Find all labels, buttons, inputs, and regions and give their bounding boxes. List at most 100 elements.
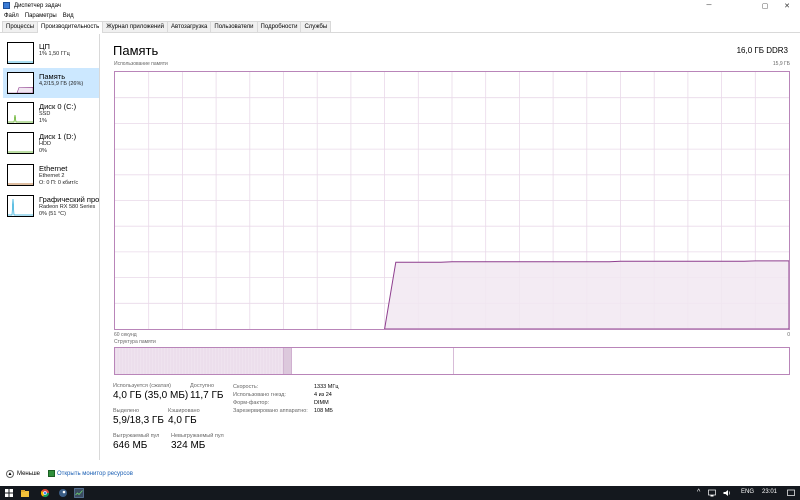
memory-composition-chart (114, 348, 789, 374)
menu-options[interactable]: Параметры (25, 13, 57, 19)
stat-paged-value: 646 МБ (113, 440, 148, 451)
gpu-mini-line (8, 198, 33, 216)
stat-nonpaged-pool: Невыгружаемый пул 324 МБ (171, 433, 224, 452)
tab-details[interactable]: Подробности (256, 21, 302, 32)
spec-value: 108 МБ (314, 408, 333, 414)
time-axis-end: 0 (787, 332, 790, 338)
tab-strip: Процессы Производительность Журнал прило… (0, 21, 800, 33)
spec-value: 4 из 24 (314, 392, 332, 398)
ethernet-mini-line (8, 183, 33, 185)
ethernet-mini-graph (7, 164, 34, 186)
tab-startup[interactable]: Автозагрузка (166, 21, 212, 32)
sidebar-item-sub: HDD (39, 141, 51, 147)
disk0-mini-line (8, 114, 33, 123)
composition-label: Структура памяти (114, 339, 156, 345)
sidebar-item-disk0[interactable]: Диск 0 (C:) SSD 1% (3, 98, 99, 128)
spec-key: Форм-фактор: (233, 400, 270, 406)
performance-sidebar: ЦП 1% 1,50 ГГц Память 4,2/15,9 ГБ (26%) … (0, 34, 100, 460)
language-indicator[interactable]: ENG (741, 489, 754, 495)
steam-icon[interactable] (58, 488, 68, 498)
stat-in-use-value: 4,0 ГБ (35,0 МБ) (113, 390, 189, 401)
stat-available: Доступно 11,7 ГБ (190, 383, 223, 402)
spec-reserved: Зарезервировано аппаратно: 108 МБ (233, 407, 338, 415)
page-title: Память (113, 43, 159, 58)
task-manager-window: Диспетчер задач ─ ▢ ✕ Файл Параметры Вид… (0, 0, 800, 486)
tray-chevron-icon[interactable]: ^ (697, 489, 700, 496)
stat-nonpaged-value: 324 МБ (171, 440, 206, 451)
network-icon[interactable] (707, 488, 717, 498)
fewer-details-button[interactable]: ▲ Меньше (6, 470, 40, 478)
resource-monitor-label: Открыть монитор ресурсов (57, 470, 133, 477)
minimize-button[interactable]: ─ (696, 0, 722, 11)
stat-cached: Кэшировано 4,0 ГБ (168, 408, 200, 427)
tab-processes[interactable]: Процессы (2, 21, 39, 32)
sidebar-item-sub: Ethernet 2 (39, 173, 65, 179)
taskbar: ^ ENG 23:01 (0, 486, 800, 500)
stat-available-label: Доступно (190, 383, 215, 389)
memory-panel: Память 16,0 ГБ DDR3 Использование памяти… (104, 34, 798, 460)
menu-file[interactable]: Файл (4, 13, 19, 19)
close-button[interactable]: ✕ (774, 0, 800, 11)
spec-key: Скорость: (233, 384, 259, 390)
composition-standby (291, 348, 454, 374)
menu-view[interactable]: Вид (63, 13, 74, 19)
stat-committed-label: Выделено (113, 408, 140, 414)
sidebar-item-memory[interactable]: Память 4,2/15,9 ГБ (26%) (3, 68, 99, 98)
disk1-mini-line (8, 151, 33, 153)
cpu-mini-graph (7, 42, 34, 64)
sidebar-item-title: Диск 0 (C:) (39, 102, 77, 111)
sidebar-item-disk1[interactable]: Диск 1 (D:) HDD 0% (3, 128, 99, 158)
stat-committed-value: 5,9/18,3 ГБ (113, 415, 164, 426)
stat-in-use-label: Используется (сжатая) (113, 383, 172, 389)
stat-cached-value: 4,0 ГБ (168, 415, 197, 426)
sidebar-item-sub: SSD (39, 111, 51, 117)
sidebar-item-title: ЦП (39, 42, 50, 51)
tab-performance[interactable]: Производительность (37, 21, 104, 33)
time-axis-start: 60 секунд (114, 332, 137, 338)
sidebar-item-sub: Radeon RX 580 Series (39, 204, 96, 210)
usage-graph-max: 15,9 ГБ (772, 61, 790, 67)
stat-nonpaged-label: Невыгружаемый пул (171, 433, 224, 439)
task-manager-taskbar-icon[interactable] (74, 488, 84, 498)
sidebar-item-sub: 1% 1,50 ГГц (39, 51, 70, 57)
tab-app-history[interactable]: Журнал приложений (102, 21, 168, 32)
start-windows-icon[interactable] (4, 488, 14, 498)
chrome-icon[interactable] (40, 488, 50, 498)
spec-speed: Скорость: 1333 МГц (233, 383, 338, 391)
memory-composition-bar (114, 347, 790, 375)
spec-slots: Использовано гнезд: 4 из 24 (233, 391, 338, 399)
sidebar-item-ethernet[interactable]: Ethernet Ethernet 2 О: 0 П: 0 кбит/с (3, 160, 99, 190)
volume-icon[interactable] (722, 488, 732, 498)
composition-free (453, 348, 789, 374)
stat-cached-label: Кэшировано (168, 408, 200, 414)
file-explorer-icon[interactable] (20, 488, 30, 498)
sidebar-item-sub2: 1% (39, 118, 47, 124)
cpu-mini-line (8, 61, 33, 63)
spec-value: DIMM (314, 400, 329, 406)
chevron-up-icon: ▲ (6, 470, 14, 478)
resource-monitor-icon (48, 470, 55, 477)
sidebar-item-sub2: 0% (39, 148, 47, 154)
usage-graph-label: Использование памяти (114, 61, 168, 67)
memory-mini-line (8, 86, 34, 94)
notification-icon[interactable] (786, 488, 796, 498)
disk1-mini-graph (7, 132, 34, 154)
stat-committed: Выделено 5,9/18,3 ГБ (113, 408, 164, 427)
spec-key: Использовано гнезд: (233, 392, 286, 398)
tab-services[interactable]: Службы (300, 21, 332, 32)
sidebar-item-title: Ethernet (39, 164, 68, 173)
window-title: Диспетчер задач (14, 2, 61, 9)
fewer-details-label: Меньше (17, 471, 40, 477)
title-bar: Диспетчер задач ─ ▢ ✕ (0, 0, 800, 11)
spec-form-factor: Форм-фактор: DIMM (233, 399, 338, 407)
menu-bar: Файл Параметры Вид (0, 11, 76, 21)
memory-usage-graph (114, 71, 790, 330)
sidebar-item-gpu[interactable]: Графический про Radeon RX 580 Series 0% … (3, 191, 99, 221)
stat-paged-label: Выгружаемый пул (113, 433, 160, 439)
task-manager-icon (3, 2, 10, 9)
clock[interactable]: 23:01 (762, 489, 777, 495)
gpu-mini-graph (7, 195, 34, 217)
open-resource-monitor-link[interactable]: Открыть монитор ресурсов (48, 470, 133, 477)
tab-users[interactable]: Пользователи (210, 21, 258, 32)
sidebar-item-cpu[interactable]: ЦП 1% 1,50 ГГц (3, 38, 99, 68)
